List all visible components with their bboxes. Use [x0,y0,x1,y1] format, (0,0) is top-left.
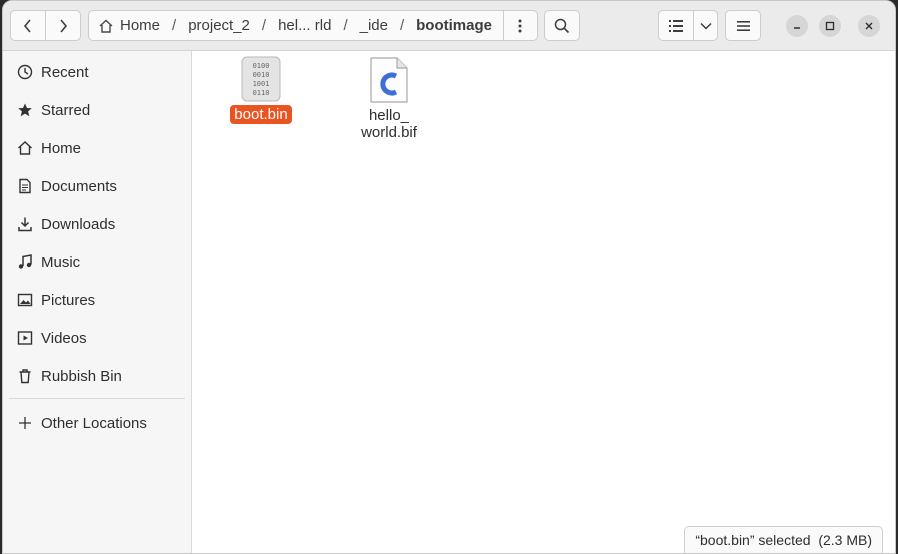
sidebar-item-label: Music [41,253,81,271]
breadcrumb-ide[interactable]: _ide [354,17,394,34]
file-manager-window: Home / project_2 / hel... rld / _ide / b… [2,0,896,554]
star-icon [17,102,33,118]
hamburger-menu-icon [736,20,750,31]
sidebar-item-other-locations[interactable]: Other Locations [3,404,191,442]
selection-status: “boot.bin” selected (2.3 MB) [684,526,883,553]
video-icon [17,330,33,346]
svg-text:0010: 0010 [253,71,270,79]
search-button[interactable] [544,10,580,41]
sidebar-item-label: Pictures [41,291,96,309]
binary-file-icon: 0100 0010 1001 0110 [241,56,281,102]
forward-button[interactable] [45,10,81,41]
breadcrumb-bootimage[interactable]: bootimage [410,17,498,34]
c-source-file-icon [370,57,408,103]
picture-icon [17,292,33,308]
maximize-icon [825,21,835,31]
file-name: hello_ world.bif [361,107,417,141]
chevron-down-icon [699,22,712,30]
sidebar-item-label: Videos [41,329,87,347]
plus-icon [17,415,33,431]
sidebar-item-music[interactable]: Music [3,243,191,281]
sidebar-item-label: Home [41,139,82,157]
sidebar-item-label: Rubbish Bin [41,367,122,385]
svg-text:1001: 1001 [253,80,270,88]
sidebar-item-videos[interactable]: Videos [3,319,191,357]
sidebar-item-label: Recent [41,63,89,81]
sidebar-item-documents[interactable]: Documents [3,167,191,205]
minimize-icon [794,27,800,29]
file-view: 0100 0010 1001 0110 boot.bin hello_ worl… [192,51,895,553]
file-item-boot-bin[interactable]: 0100 0010 1001 0110 boot.bin [216,56,306,124]
music-icon [17,254,33,270]
sidebar-item-home[interactable]: Home [3,129,191,167]
path-menu-button[interactable] [503,11,536,40]
sidebar-item-rubbish-bin[interactable]: Rubbish Bin [3,357,191,395]
document-icon [17,178,33,194]
sidebar-item-pictures[interactable]: Pictures [3,281,191,319]
maximize-button[interactable] [819,15,841,37]
view-options-dropdown[interactable] [693,10,718,41]
sidebar-item-starred[interactable]: Starred [3,91,191,129]
sidebar-item-label: Starred [41,101,91,119]
breadcrumb-project[interactable]: project_2 [182,17,256,34]
sidebar: Recent Starred Home Documents Downloads … [3,51,192,553]
close-button[interactable] [858,15,880,37]
trash-icon [17,368,33,384]
home-icon [17,140,33,156]
minimize-button[interactable] [786,15,808,37]
sidebar-item-recent[interactable]: Recent [3,53,191,91]
file-item-hello-world-bif[interactable]: hello_ world.bif [344,56,434,141]
path-bar: Home / project_2 / hel... rld / _ide / b… [88,10,538,41]
breadcrumb-home[interactable]: Home [114,17,166,34]
search-icon [554,18,570,33]
back-button[interactable] [10,10,46,41]
sidebar-item-label: Other Locations [41,414,147,432]
home-icon[interactable] [89,18,114,34]
download-icon [17,216,33,232]
clock-icon [17,64,33,80]
file-name: boot.bin [230,105,292,124]
sidebar-item-label: Documents [41,177,117,195]
sidebar-item-label: Downloads [41,215,116,233]
sidebar-item-downloads[interactable]: Downloads [3,205,191,243]
close-icon [865,22,873,30]
kebab-menu-icon [518,19,522,32]
breadcrumb-hello-world[interactable]: hel... rld [272,17,337,34]
list-view-button[interactable] [658,10,694,41]
chevron-right-icon [60,18,68,33]
status-text: “boot.bin” selected (2.3 MB) [695,532,872,548]
sidebar-divider [9,398,185,399]
svg-text:0100: 0100 [253,62,270,70]
header-bar: Home / project_2 / hel... rld / _ide / b… [3,1,895,51]
main-menu-button[interactable] [725,10,761,41]
svg-text:0110: 0110 [253,89,270,97]
list-view-icon [669,19,683,32]
chevron-left-icon [23,18,31,33]
